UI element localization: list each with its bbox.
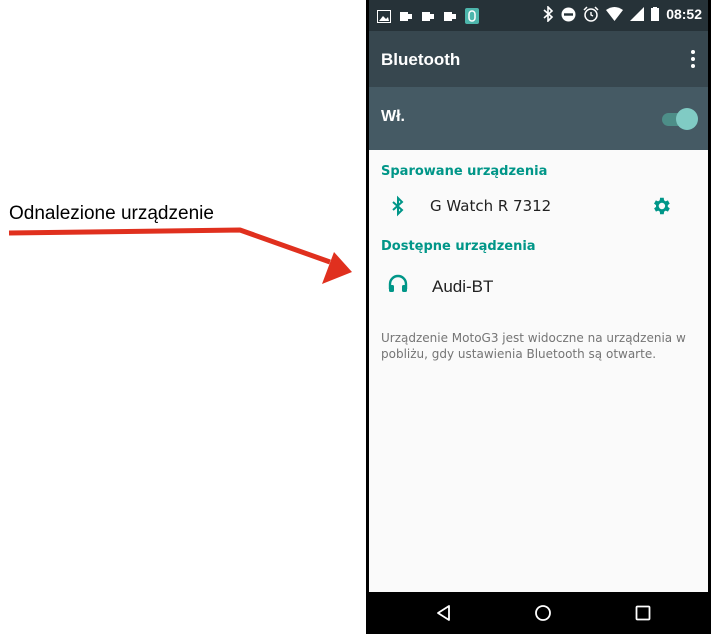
headphones-icon [388,274,408,292]
app-notification-icon [444,11,456,21]
visibility-note: Urządzenie MotoG3 jest widoczne na urząd… [381,331,686,361]
annotation-arrow [8,227,352,284]
gear-icon[interactable] [650,195,672,217]
recents-icon[interactable] [632,602,654,624]
notification-icons [377,8,479,24]
system-icons: 08:52 [542,6,702,22]
navigation-bar [369,592,708,634]
paired-devices-header: Sparowane urządzenia [381,164,548,179]
wifi-icon [606,7,624,21]
page-title: Bluetooth [381,50,461,69]
back-icon[interactable] [433,602,455,624]
signal-icon [630,7,645,21]
home-icon[interactable] [532,602,554,624]
paired-device-name: G Watch R 7312 [430,197,552,215]
do-not-disturb-icon [561,7,576,21]
available-device-name: Audi-BT [432,277,494,296]
available-devices-header: Dostępne urządzenia [381,239,536,254]
bluetooth-icon [392,195,404,217]
clipboard-notification-icon [465,8,479,24]
available-device-row[interactable]: Audi-BT [369,264,708,304]
status-bar: 08:52 [369,0,708,31]
bluetooth-toggle[interactable] [660,108,698,130]
phone-screen: 08:52 Bluetooth Wł. Sparowane urządzenia… [369,0,708,634]
master-switch-label: Wł. [381,108,405,125]
paired-device-row[interactable]: G Watch R 7312 [369,186,708,226]
battery-icon [651,7,660,21]
app-notification-icon [422,11,434,21]
more-options-icon[interactable] [687,47,699,71]
image-notification-icon [377,9,391,23]
phone-frame: 08:52 Bluetooth Wł. Sparowane urządzenia… [366,0,711,634]
app-notification-icon [400,11,412,21]
app-bar: Bluetooth [369,31,708,87]
toggle-thumb [676,108,698,130]
bluetooth-master-switch-row[interactable]: Wł. [369,87,708,150]
status-time: 08:52 [666,6,702,22]
alarm-icon [583,6,599,22]
bluetooth-status-icon [543,6,554,22]
